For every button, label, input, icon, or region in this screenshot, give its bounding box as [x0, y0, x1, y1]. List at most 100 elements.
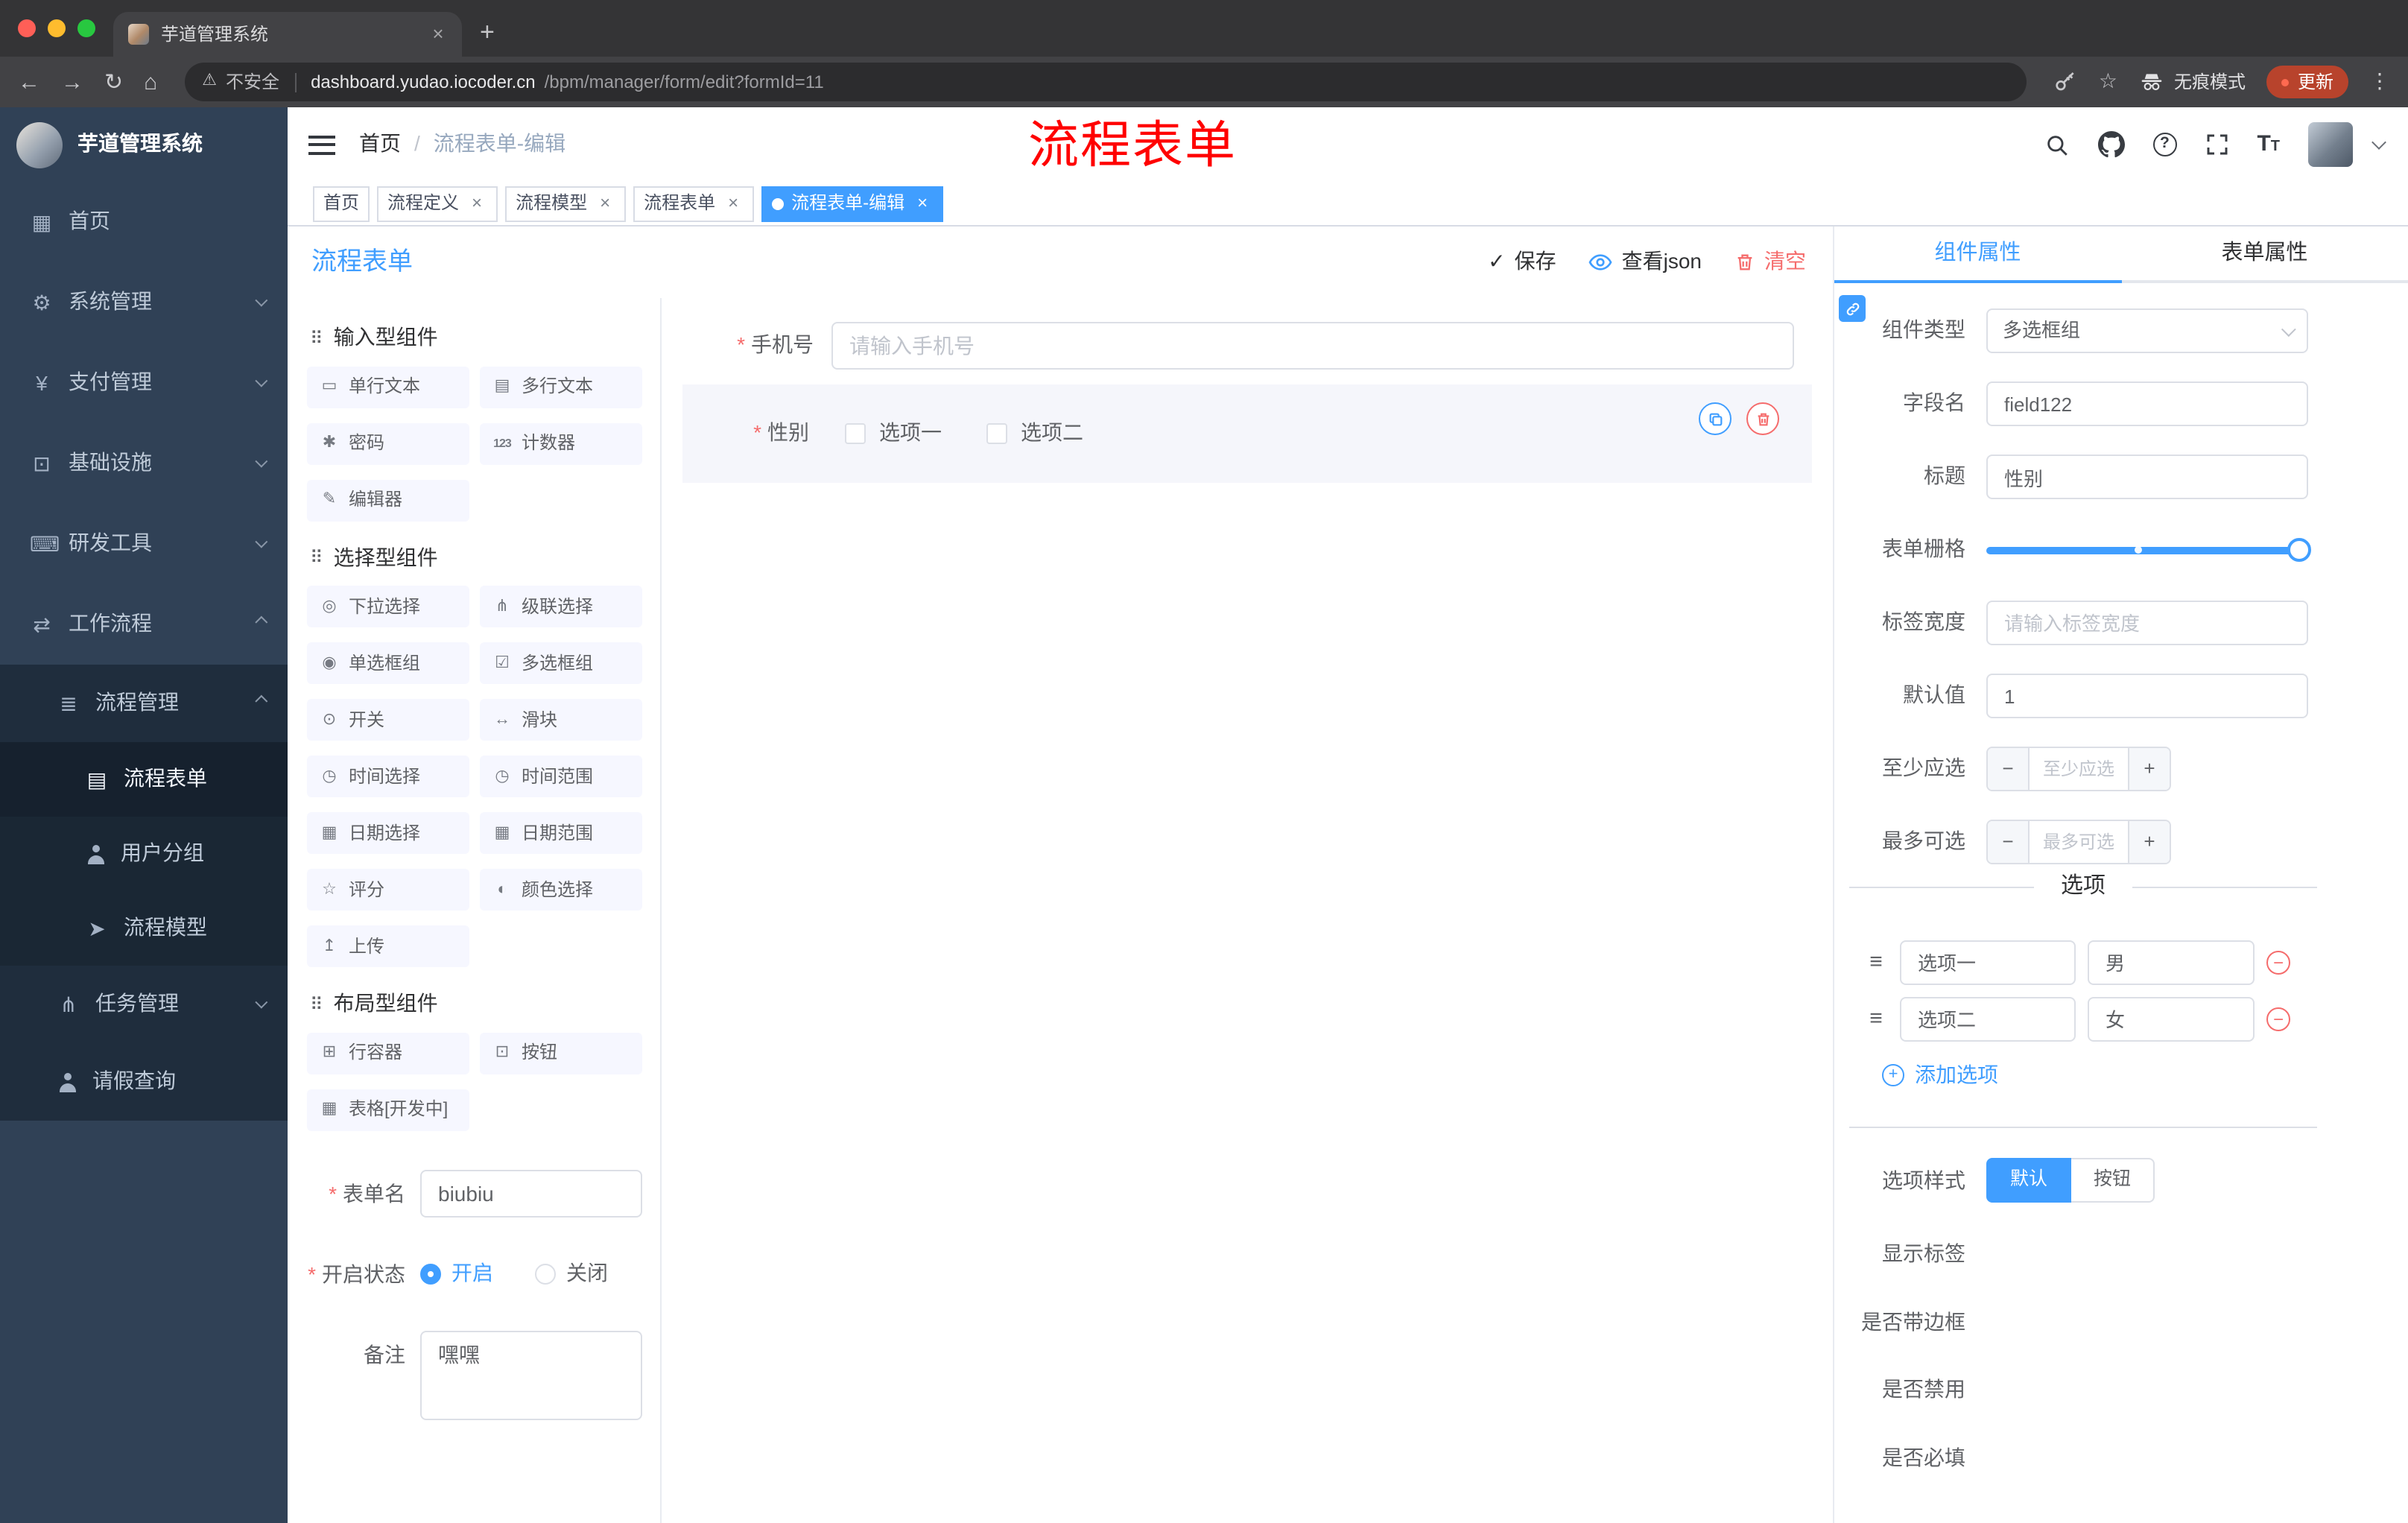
- palette-item-select[interactable]: 下拉选择: [307, 586, 469, 627]
- palette-item-date-picker[interactable]: 日期选择: [307, 812, 469, 854]
- view-json-button[interactable]: 查看json: [1589, 250, 1702, 276]
- gender-widget-selected[interactable]: 性别 选项一 选项二: [682, 384, 1812, 482]
- radio-off[interactable]: 关闭: [535, 1261, 608, 1287]
- sidebar-item-devtools[interactable]: ⌨ 研发工具: [0, 504, 288, 584]
- breadcrumb-home[interactable]: 首页: [359, 132, 401, 158]
- palette-item-button[interactable]: 按钮: [480, 1032, 642, 1074]
- close-icon[interactable]: ×: [595, 192, 615, 214]
- slider-handle[interactable]: [2287, 538, 2311, 562]
- user-avatar[interactable]: [2308, 122, 2353, 167]
- palette-item-table[interactable]: 表格[开发中]: [307, 1089, 469, 1130]
- component-type-select[interactable]: 多选框组: [1986, 308, 2308, 353]
- increase-button[interactable]: +: [2128, 821, 2170, 863]
- palette-item-rate[interactable]: 评分: [307, 869, 469, 911]
- sidebar-item-home[interactable]: ▦ 首页: [0, 182, 288, 262]
- style-button-button[interactable]: 按钮: [2071, 1158, 2155, 1203]
- app-logo[interactable]: 芋道管理系统: [0, 107, 288, 182]
- back-icon[interactable]: ←: [18, 71, 40, 93]
- palette-item-time-picker[interactable]: 时间选择: [307, 756, 469, 797]
- browser-update-button[interactable]: 更新: [2266, 66, 2348, 98]
- form-canvas[interactable]: 手机号 性别: [662, 298, 1833, 1523]
- option-1-name-input[interactable]: [1900, 940, 2076, 985]
- sidebar-item-payment[interactable]: ¥ 支付管理: [0, 343, 288, 423]
- search-icon[interactable]: [2044, 132, 2069, 157]
- palette-item-switch[interactable]: 开关: [307, 699, 469, 741]
- sidebar-item-workflow[interactable]: ⇄ 工作流程: [0, 584, 288, 665]
- sidebar-item-system[interactable]: ⚙ 系统管理: [0, 262, 288, 343]
- min-select-input[interactable]: [2030, 748, 2128, 790]
- checkbox-icon[interactable]: [986, 422, 1007, 444]
- security-label[interactable]: 不安全: [226, 71, 279, 93]
- tag-process-definition[interactable]: 流程定义 ×: [377, 186, 498, 221]
- tab-form-props[interactable]: 表单属性: [2121, 227, 2408, 280]
- increase-button[interactable]: +: [2128, 748, 2170, 790]
- sidebar-item-task-management[interactable]: ⋔ 任务管理: [0, 966, 288, 1043]
- palette-item-password[interactable]: 密码: [307, 422, 469, 464]
- github-icon[interactable]: [2097, 131, 2125, 158]
- palette-item-radio-group[interactable]: 单选框组: [307, 642, 469, 684]
- close-icon[interactable]: ×: [912, 192, 933, 214]
- new-tab-button[interactable]: +: [480, 16, 495, 48]
- hamburger-icon[interactable]: [308, 135, 335, 154]
- style-default-button[interactable]: 默认: [1986, 1158, 2072, 1203]
- tag-home[interactable]: 首页: [313, 186, 370, 221]
- decrease-button[interactable]: −: [1988, 821, 2030, 863]
- add-option-button[interactable]: + 添加选项: [1882, 1063, 2408, 1089]
- radio-on[interactable]: 开启: [420, 1261, 493, 1287]
- decrease-button[interactable]: −: [1988, 748, 2030, 790]
- phone-field-row[interactable]: 手机号: [682, 322, 1812, 370]
- window-close-button[interactable]: [18, 19, 36, 37]
- palette-item-counter[interactable]: 计数器: [480, 422, 642, 464]
- fullscreen-icon[interactable]: [2205, 133, 2228, 156]
- palette-item-multi-line-text[interactable]: 多行文本: [480, 366, 642, 408]
- tab-close-icon[interactable]: ×: [426, 22, 450, 46]
- palette-item-upload[interactable]: 上传: [307, 925, 469, 967]
- field-name-input[interactable]: [1986, 381, 2308, 426]
- tag-process-form[interactable]: 流程表单 ×: [633, 186, 755, 221]
- bookmark-star-icon[interactable]: ☆: [2099, 69, 2117, 95]
- drag-handle-icon[interactable]: ≡: [1864, 1008, 1888, 1030]
- grid-slider[interactable]: [1986, 528, 2311, 572]
- delete-widget-button[interactable]: [1746, 402, 1779, 435]
- drag-handle-icon[interactable]: ≡: [1864, 952, 1888, 974]
- tab-component-props[interactable]: 组件属性: [1834, 227, 2121, 283]
- palette-item-row-container[interactable]: 行容器: [307, 1032, 469, 1074]
- window-zoom-button[interactable]: [77, 19, 95, 37]
- sidebar-item-infrastructure[interactable]: ⊡ 基础设施: [0, 423, 288, 504]
- title-input[interactable]: [1986, 455, 2308, 499]
- browser-tab[interactable]: 芋道管理系统 ×: [113, 12, 462, 57]
- sidebar-item-process-form[interactable]: ▤ 流程表单: [0, 742, 288, 817]
- copy-widget-button[interactable]: [1699, 402, 1731, 435]
- tag-process-model[interactable]: 流程模型 ×: [505, 186, 627, 221]
- label-width-input[interactable]: [1986, 601, 2308, 645]
- tag-process-form-edit[interactable]: 流程表单-编辑 ×: [761, 186, 944, 221]
- phone-field-input[interactable]: [831, 322, 1794, 370]
- help-icon[interactable]: ?: [2152, 133, 2177, 156]
- palette-item-date-range[interactable]: 日期范围: [480, 812, 642, 854]
- palette-item-checkbox-group[interactable]: 多选框组: [480, 642, 642, 684]
- option-2-name-input[interactable]: [1900, 996, 2076, 1042]
- palette-item-slider[interactable]: 滑块: [480, 699, 642, 741]
- browser-menu-icon[interactable]: ⋮: [2369, 69, 2390, 95]
- form-name-input[interactable]: [420, 1169, 642, 1217]
- home-icon[interactable]: ⌂: [144, 71, 157, 93]
- forward-icon[interactable]: →: [61, 71, 83, 93]
- palette-item-color-picker[interactable]: 颜色选择: [480, 869, 642, 911]
- clear-button[interactable]: 清空: [1734, 250, 1806, 276]
- palette-item-editor[interactable]: 编辑器: [307, 479, 469, 521]
- remove-option-button[interactable]: −: [2266, 950, 2290, 975]
- password-key-icon[interactable]: [2054, 70, 2078, 94]
- close-icon[interactable]: ×: [723, 192, 744, 214]
- palette-item-cascader[interactable]: 级联选择: [480, 586, 642, 627]
- sidebar-item-leave-query[interactable]: 请假查询: [0, 1043, 288, 1121]
- sidebar-item-process-management[interactable]: ≣ 流程管理: [0, 665, 288, 742]
- remove-option-button[interactable]: −: [2266, 1007, 2290, 1031]
- sidebar-item-process-model[interactable]: ➤ 流程模型: [0, 891, 288, 966]
- user-menu-caret-icon[interactable]: [2371, 135, 2386, 150]
- palette-item-single-line-text[interactable]: 单行文本: [307, 366, 469, 408]
- remark-textarea[interactable]: 嘿嘿: [420, 1330, 642, 1419]
- checkbox-option-1[interactable]: 选项一: [845, 420, 942, 446]
- max-select-input[interactable]: [2030, 821, 2128, 863]
- close-icon[interactable]: ×: [466, 192, 487, 214]
- checkbox-option-2[interactable]: 选项二: [986, 420, 1083, 446]
